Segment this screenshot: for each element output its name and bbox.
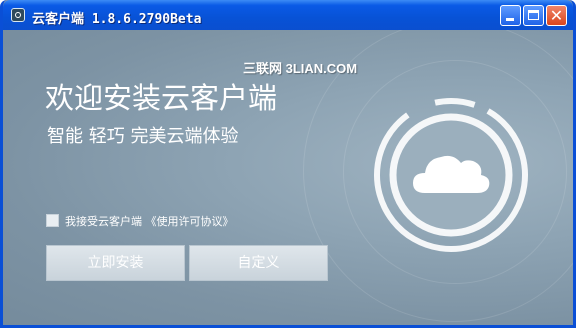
install-button[interactable]: 立即安装	[46, 245, 185, 281]
minimize-button[interactable]	[500, 5, 521, 26]
maximize-button[interactable]	[523, 5, 544, 26]
close-button[interactable]: ✕	[546, 5, 567, 26]
minimize-icon	[506, 18, 514, 21]
window-title: 云客户端 1.8.6.2790Beta	[32, 12, 202, 27]
title-bar[interactable]: 云客户端 1.8.6.2790Beta ✕	[3, 0, 573, 30]
cloud-logo-icon	[374, 98, 528, 252]
agreement-checkbox[interactable]	[46, 214, 59, 227]
custom-install-button[interactable]: 自定义	[189, 245, 328, 281]
app-icon[interactable]	[11, 8, 25, 22]
close-icon: ✕	[549, 6, 564, 25]
welcome-headline: 欢迎安装云客户端	[45, 81, 278, 115]
main-panel: 三联网 3LIAN.COM 欢迎安装云客户端 智能 轻巧 完美云端体验 我接受云…	[3, 30, 573, 325]
installer-window: 云客户端 1.8.6.2790Beta ✕ 三联网 3LIAN.COM 欢迎安装…	[0, 0, 576, 328]
tagline: 智能 轻巧 完美云端体验	[47, 126, 239, 147]
maximize-icon	[528, 10, 539, 20]
agreement-label[interactable]: 我接受云客户端 《使用许可协议》	[65, 213, 234, 229]
